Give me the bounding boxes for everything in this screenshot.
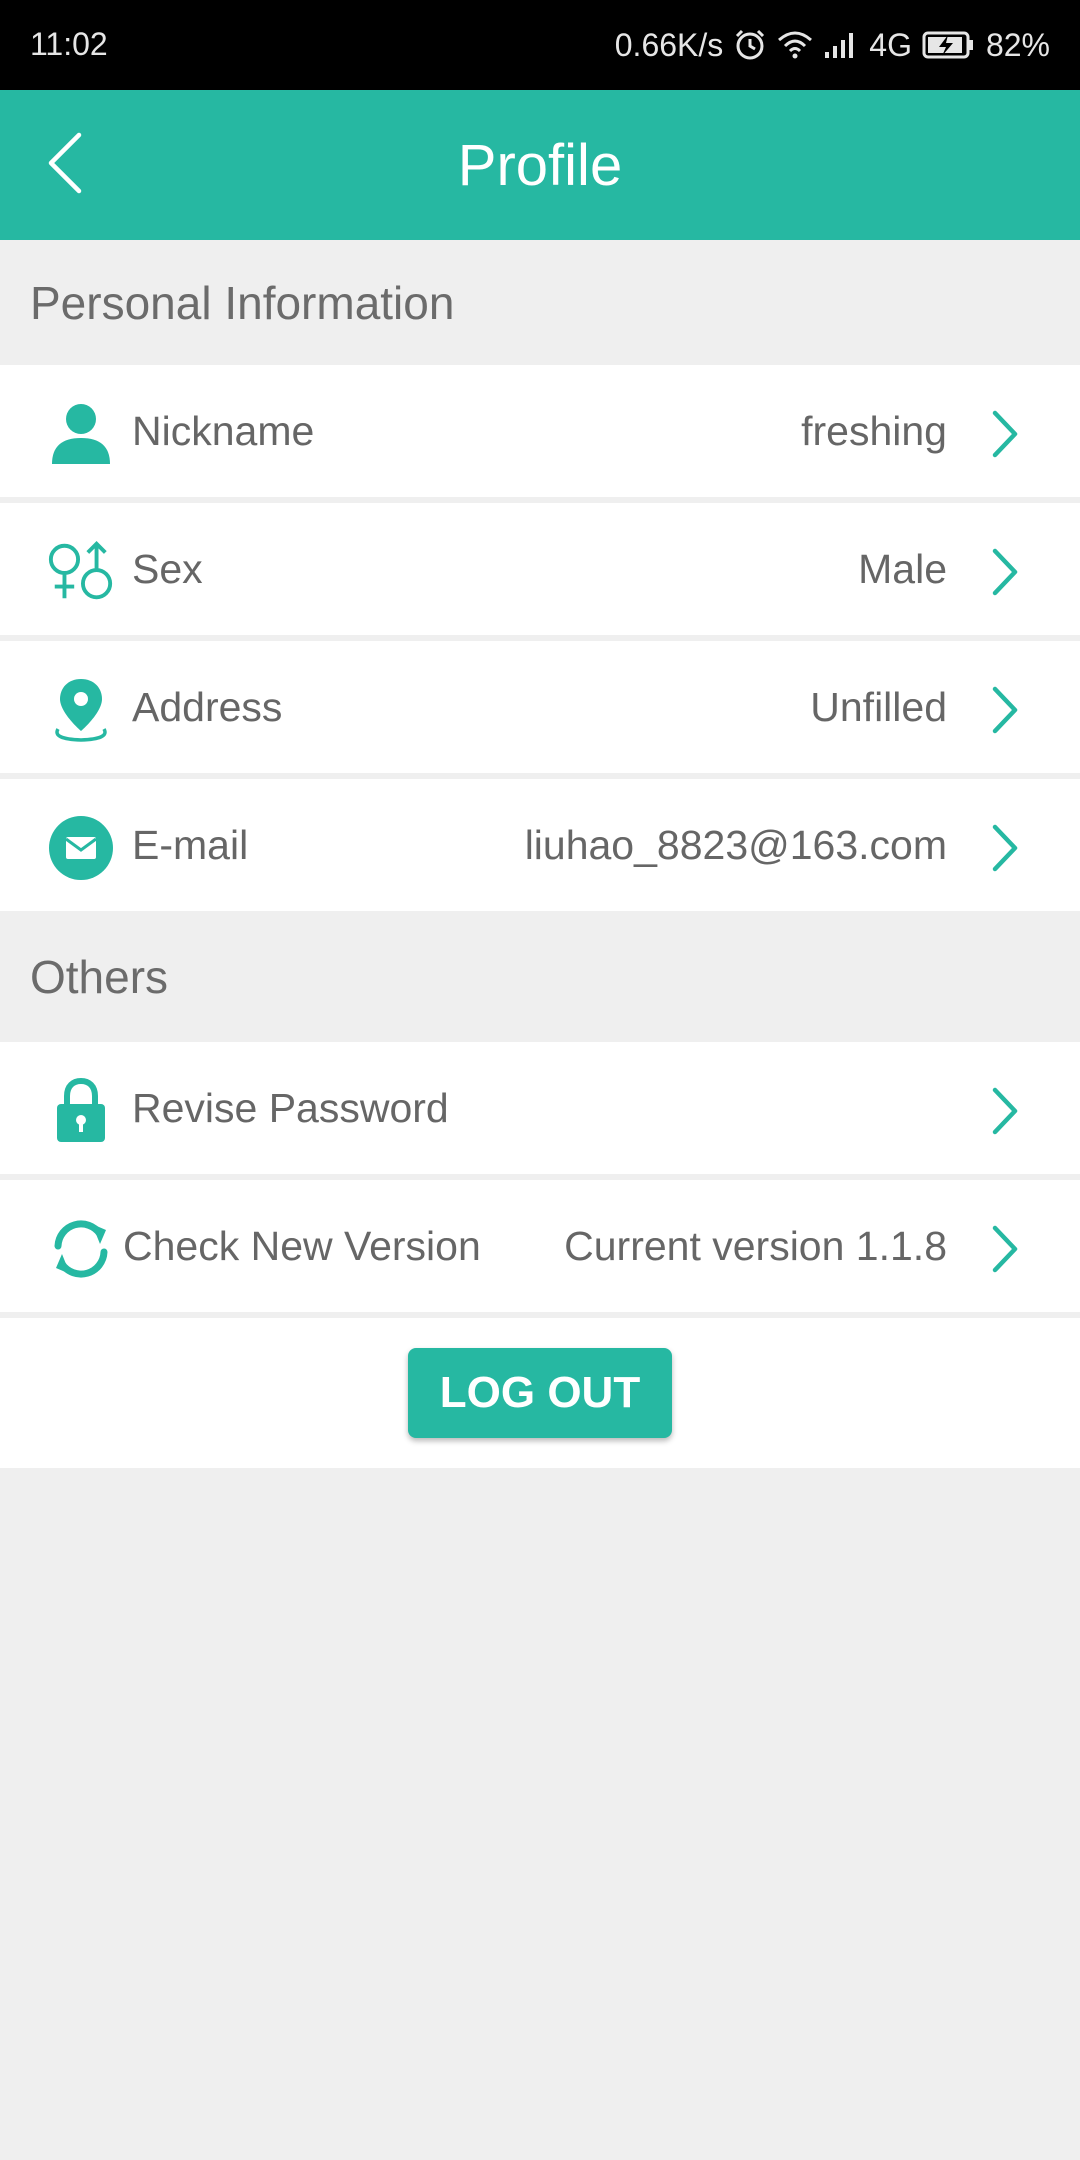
- gender-icon: [46, 537, 116, 607]
- address-label: Address: [132, 683, 283, 730]
- person-icon: [46, 399, 116, 469]
- mail-icon: [46, 813, 116, 883]
- email-label: E-mail: [132, 821, 249, 868]
- battery-charging-icon: [922, 30, 976, 60]
- chevron-right-icon: [990, 1224, 1020, 1274]
- email-value: liuhao_8823@163.com: [524, 821, 947, 868]
- revise-password-label: Revise Password: [132, 1084, 449, 1131]
- nickname-label: Nickname: [132, 407, 315, 454]
- lock-icon: [46, 1076, 116, 1146]
- address-value: Unfilled: [810, 683, 947, 730]
- status-bar: 11:02 0.66K/s 4G 82%: [0, 0, 1080, 90]
- status-icons: 0.66K/s 4G 82%: [615, 22, 1050, 68]
- nickname-row[interactable]: Nickname freshing: [0, 365, 1080, 497]
- nickname-value: freshing: [801, 407, 947, 454]
- logout-button[interactable]: LOG OUT: [408, 1348, 672, 1438]
- page-title: Profile: [457, 133, 623, 198]
- sex-row[interactable]: Sex Male: [0, 503, 1080, 635]
- network-speed: 0.66K/s: [614, 26, 724, 63]
- wifi-icon: [777, 30, 813, 60]
- battery-level: 82%: [985, 26, 1050, 63]
- email-row[interactable]: E-mail liuhao_8823@163.com: [0, 779, 1080, 911]
- chevron-right-icon: [990, 1086, 1020, 1136]
- status-time: 11:02: [30, 26, 108, 62]
- chevron-right-icon: [990, 685, 1020, 735]
- logout-area: LOG OUT: [0, 1318, 1080, 1468]
- network-type: 4G: [869, 26, 912, 63]
- section-header-personal-information: Personal Information: [0, 240, 1080, 365]
- address-row[interactable]: Address Unfilled: [0, 641, 1080, 773]
- chevron-right-icon: [990, 547, 1020, 597]
- check-version-label: Check New Version: [123, 1222, 481, 1269]
- sex-value: Male: [858, 545, 947, 592]
- check-version-row[interactable]: Check New Version Current version 1.1.8: [0, 1180, 1080, 1312]
- alarm-icon: [733, 28, 767, 62]
- revise-password-row[interactable]: Revise Password: [0, 1042, 1080, 1174]
- chevron-right-icon: [990, 409, 1020, 459]
- location-pin-icon: [46, 675, 116, 745]
- section-header-others: Others: [0, 911, 1080, 1042]
- chevron-right-icon: [990, 823, 1020, 873]
- current-version-value: Current version 1.1.8: [564, 1222, 947, 1269]
- app-bar: Profile: [0, 90, 1080, 240]
- sex-label: Sex: [132, 545, 203, 592]
- refresh-icon: [46, 1214, 116, 1284]
- signal-icon: [823, 30, 859, 60]
